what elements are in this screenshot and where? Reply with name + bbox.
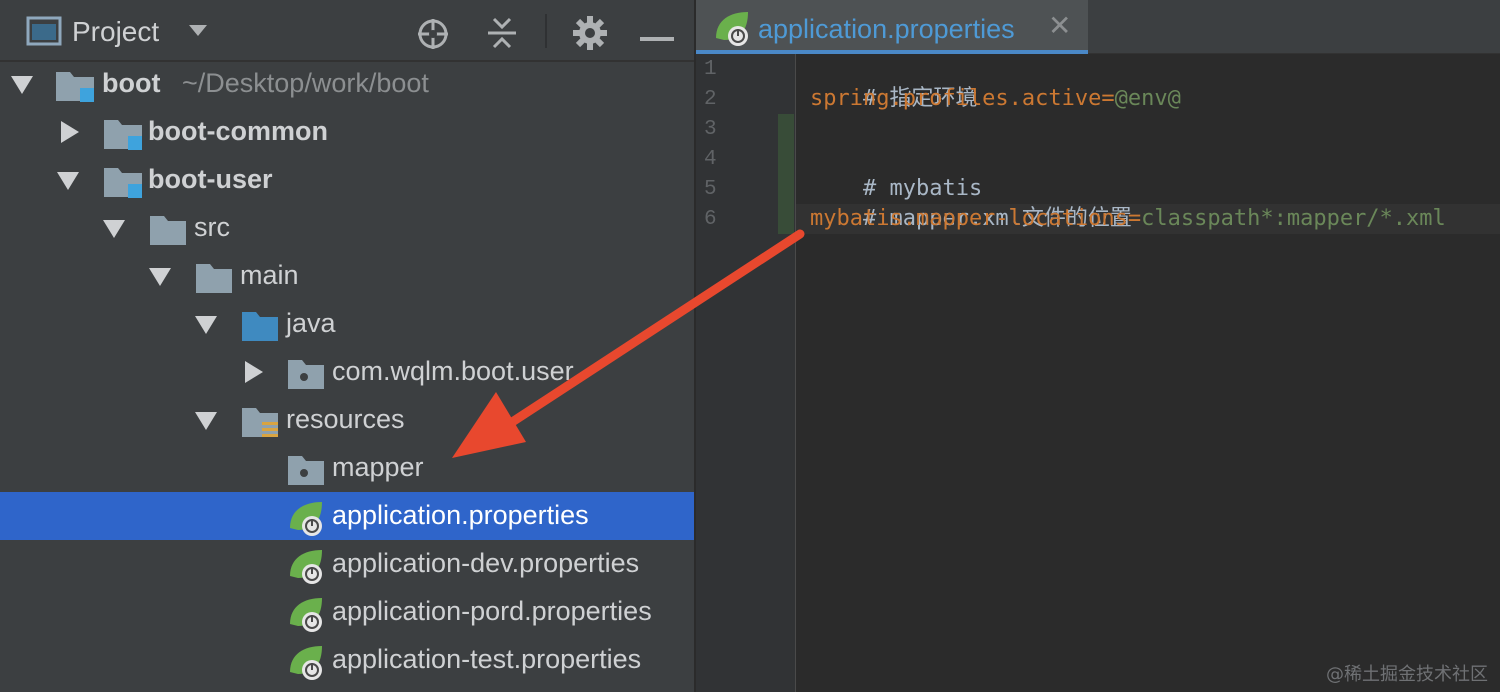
spring-properties-icon <box>286 594 328 632</box>
spring-properties-icon <box>712 8 754 53</box>
tree-item-label: java <box>286 308 336 338</box>
source-folder-icon <box>240 306 282 344</box>
tree-item-main[interactable]: main <box>0 252 694 300</box>
tree-item-boot-common[interactable]: boot-common <box>0 108 694 156</box>
package-icon <box>286 354 328 392</box>
project-panel: Project boot ~/Desktop/work/boot boot-co… <box>0 0 694 692</box>
property-key: mybatis.mapper-locations <box>810 206 1128 231</box>
tree-item-label: application-test.properties <box>332 644 642 674</box>
tree-item-mapper[interactable]: mapper <box>0 444 694 492</box>
header-separator <box>545 14 547 48</box>
close-icon[interactable]: ✕ <box>1048 12 1071 40</box>
property-value: @env@ <box>1114 86 1181 111</box>
tree-item-application-dev-properties[interactable]: application-dev.properties <box>0 540 694 588</box>
collapse-arrow-icon[interactable] <box>242 360 266 384</box>
tree-item-label: main <box>240 260 299 290</box>
folder-icon <box>194 258 236 296</box>
tree-item-label: boot-user <box>148 164 273 194</box>
line-number: 6 <box>704 208 717 231</box>
line-number: 5 <box>704 178 717 201</box>
expand-arrow-icon[interactable] <box>194 312 218 336</box>
minimize-icon[interactable] <box>640 30 674 48</box>
gear-icon[interactable] <box>572 15 608 56</box>
collapse-arrow-icon[interactable] <box>58 120 82 144</box>
vcs-added-marker[interactable] <box>778 114 794 234</box>
spring-properties-icon <box>286 498 328 536</box>
folder-icon <box>148 210 190 248</box>
tree-item-label: application-dev.properties <box>332 548 640 578</box>
tree-item-resources[interactable]: resources <box>0 396 694 444</box>
window-icon[interactable] <box>26 16 62 51</box>
expand-arrow-icon[interactable] <box>56 168 80 192</box>
code-line-6[interactable]: mybatis.mapper-locations=classpath*:mapp… <box>810 204 1446 234</box>
chevron-down-icon[interactable] <box>188 24 208 43</box>
tree-item-java[interactable]: java <box>0 300 694 348</box>
tree-item-label: mapper <box>332 452 424 482</box>
watermark: @稀土掘金技术社区 <box>1326 664 1488 685</box>
tree-item-path: ~/Desktop/work/boot <box>182 68 429 98</box>
editor-tab-bar: application.properties ✕ <box>696 0 1500 54</box>
tree-item-label: resources <box>286 404 405 434</box>
line-number: 2 <box>704 88 717 111</box>
module-folder-icon <box>102 114 144 152</box>
tree-item-application-properties[interactable]: application.properties <box>0 492 694 540</box>
tree-item-label: boot-common <box>148 116 328 146</box>
project-panel-header: Project <box>0 0 694 62</box>
tree-item-boot[interactable]: boot ~/Desktop/work/boot <box>0 60 694 108</box>
module-folder-icon <box>102 162 144 200</box>
property-key: spring.profiles.active <box>810 86 1102 111</box>
locate-icon[interactable] <box>416 17 450 56</box>
tab-application-properties[interactable]: application.properties ✕ <box>696 0 1088 54</box>
expand-arrow-icon[interactable] <box>194 408 218 432</box>
spring-properties-icon <box>286 642 328 680</box>
line-number: 3 <box>704 118 717 141</box>
tree-item-label: src <box>194 212 230 242</box>
tab-label: application.properties <box>758 14 1015 44</box>
package-icon <box>286 450 328 488</box>
expand-arrow-icon[interactable] <box>10 72 34 96</box>
editor: application.properties ✕ 1 2 3 4 5 6 # 指… <box>696 0 1500 692</box>
tree-item-application-pord-properties[interactable]: application-pord.properties <box>0 588 694 636</box>
tree-item-label: application-pord.properties <box>332 596 652 626</box>
collapse-all-icon[interactable] <box>484 15 520 56</box>
project-panel-title[interactable]: Project <box>72 16 159 48</box>
tree-item-src[interactable]: src <box>0 204 694 252</box>
resources-folder-icon <box>240 402 282 440</box>
tree-item-package[interactable]: com.wqlm.boot.user <box>0 348 694 396</box>
property-equals: = <box>1127 206 1142 231</box>
spring-properties-icon <box>286 546 328 584</box>
code-line-2[interactable]: spring.profiles.active=@env@ <box>810 84 1181 114</box>
line-number: 1 <box>704 58 717 81</box>
tree-item-boot-user[interactable]: boot-user <box>0 156 694 204</box>
property-equals: = <box>1101 86 1115 111</box>
tree-item-label: com.wqlm.boot.user <box>332 356 574 386</box>
module-folder-icon <box>54 66 96 104</box>
property-value: classpath*:mapper/*.xml <box>1141 206 1446 231</box>
line-number: 4 <box>704 148 717 171</box>
tree-item-label: boot <box>102 68 161 98</box>
tree-item-application-test-properties[interactable]: application-test.properties <box>0 636 694 684</box>
expand-arrow-icon[interactable] <box>148 264 172 288</box>
tree-item-label: application.properties <box>332 500 589 530</box>
expand-arrow-icon[interactable] <box>102 216 126 240</box>
